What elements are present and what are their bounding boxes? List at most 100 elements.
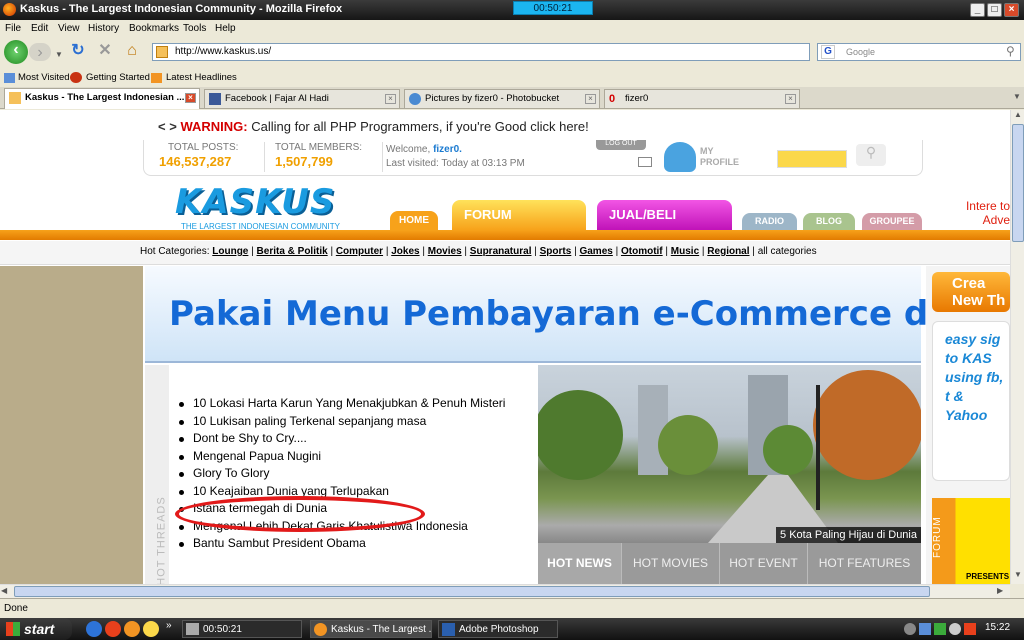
tab-hot-features[interactable]: HOT FEATURES [808,543,921,584]
kaskus-logo[interactable]: KASKUS THE LARGEST INDONESIAN COMMUNITY [175,182,340,231]
home-icon[interactable]: ⌂ [122,41,142,61]
bookmark-getting-started[interactable]: Getting Started [86,72,150,83]
thread-link[interactable]: Dont be Shy to Cry.... [179,430,519,448]
thread-link[interactable]: Mengenal Papua Nugini [179,448,519,466]
tray-icon[interactable] [919,623,931,635]
minimize-button[interactable]: _ [970,3,985,17]
close-tab-icon[interactable]: × [385,94,396,104]
scroll-up-icon[interactable]: ▲ [1012,110,1024,124]
tab-kaskus[interactable]: Kaskus - The Largest Indonesian ... × [4,88,200,109]
menu-edit[interactable]: Edit [31,23,48,34]
bookmark-most-visited[interactable]: Most Visited [18,72,70,83]
tray-icon[interactable] [934,623,946,635]
google-icon[interactable]: G [821,45,835,59]
thread-link[interactable]: Bantu Sambut President Obama [179,535,519,553]
history-dropdown-icon[interactable]: ▼ [55,45,63,65]
menu-view[interactable]: View [58,23,80,34]
start-button[interactable]: start [0,618,72,640]
tab-hot-event[interactable]: HOT EVENT [720,543,808,584]
scroll-down-icon[interactable]: ▼ [1012,570,1024,584]
search-go-icon[interactable]: ⚲ [856,144,886,166]
all-categories-link[interactable]: all categories [758,246,817,257]
firefox-quicklaunch-icon[interactable] [124,621,140,637]
category-jokes[interactable]: Jokes [391,246,419,257]
taskbar-item-photoshop[interactable]: Adobe Photoshop [438,620,558,638]
tab-hot-news[interactable]: HOT NEWS [538,543,622,584]
nav-forum[interactable]: FORUM [452,200,586,230]
username-link[interactable]: fizer0. [433,144,462,155]
menu-help[interactable]: Help [215,23,236,34]
create-thread-button[interactable]: Crea New Th [932,272,1010,312]
search-input[interactable]: Google [846,47,875,57]
category-regional[interactable]: Regional [707,246,749,257]
search-bar[interactable]: G Google ⚲ [817,43,1021,61]
profile-avatar-icon[interactable] [664,142,696,172]
category-otomotif[interactable]: Otomotif [621,246,663,257]
menu-bookmarks[interactable]: Bookmarks [129,23,179,34]
reload-icon[interactable]: ↻ [68,41,88,61]
tab-hot-movies[interactable]: HOT MOVIES [622,543,720,584]
ecommerce-banner[interactable]: Pakai Menu Pembayaran e-Commerce di [145,266,940,363]
thread-link[interactable]: 10 Lukisan paling Terkenal sepanjang mas… [179,413,519,431]
easy-signin-ad[interactable]: easy sig to KAS using fb, t & Yahoo [932,321,1010,481]
category-games[interactable]: Games [579,246,612,257]
messenger-quicklaunch-icon[interactable] [143,621,159,637]
logout-button[interactable]: LOG OUT [596,140,646,150]
menu-tools[interactable]: Tools [183,23,206,34]
category-berita-politik[interactable]: Berita & Politik [257,246,328,257]
close-tab-icon[interactable]: × [585,94,596,104]
thread-link[interactable]: 10 Lokasi Harta Karun Yang Menakjubkan &… [179,395,519,413]
warning-text[interactable]: Calling for all PHP Programmers, if you'… [251,119,588,134]
category-movies[interactable]: Movies [428,246,462,257]
taskbar-item-timer[interactable]: 00:50:21 [182,620,302,638]
tab-list-icon[interactable]: ▼ [1013,92,1021,101]
category-lounge[interactable]: Lounge [212,246,248,257]
stop-icon[interactable]: ✕ [95,41,115,61]
chrome-quicklaunch-icon[interactable] [105,621,121,637]
right-ad-text[interactable]: Intere to Adve [955,199,1010,227]
menu-history[interactable]: History [88,23,119,34]
thread-link[interactable]: Glory To Glory [179,465,519,483]
search-icon[interactable]: ⚲ [1006,44,1015,58]
menu-file[interactable]: File [5,23,21,34]
url-text[interactable]: http://www.kaskus.us/ [175,46,271,57]
scroll-right-icon[interactable]: ▶ [997,586,1003,595]
horizontal-scrollbar[interactable]: ◀ ▶ [0,584,1010,598]
forward-button[interactable]: › [29,43,51,61]
nav-blog[interactable]: BLOG [803,213,855,230]
back-button[interactable]: ‹ [4,40,28,64]
horizontal-scroll-thumb[interactable] [14,586,930,597]
ie-quicklaunch-icon[interactable] [86,621,102,637]
nav-jual-beli[interactable]: JUAL/BELI [597,200,732,230]
my-profile-link[interactable]: MY PROFILE [700,146,750,168]
url-bar[interactable]: http://www.kaskus.us/ ☆ ▼ [152,43,958,61]
nav-groupee[interactable]: GROUPEE [862,213,922,230]
hot-news-photo[interactable]: 5 Kota Paling Hijau di Dunia [538,365,921,543]
nav-home[interactable]: HOME [390,211,438,230]
category-music[interactable]: Music [671,246,699,257]
taskbar-item-kaskus[interactable]: Kaskus - The Largest ... [310,620,432,638]
next-arrow-icon[interactable]: > [169,119,177,134]
close-tab-icon[interactable]: × [185,93,196,103]
mail-icon[interactable] [638,157,652,167]
category-computer[interactable]: Computer [336,246,383,257]
nav-radio[interactable]: RADIO [742,213,797,230]
tray-icon[interactable] [904,623,916,635]
search-field[interactable] [777,150,847,168]
tray-icon[interactable] [964,623,976,635]
close-button[interactable]: × [1004,3,1019,17]
quicklaunch-more-icon[interactable]: » [166,620,172,631]
vertical-scrollbar[interactable]: ▲ ▼ [1010,110,1024,584]
warning-banner[interactable]: < > WARNING: Calling for all PHP Program… [158,119,589,134]
vertical-scroll-thumb[interactable] [1012,124,1024,242]
tab-facebook[interactable]: Facebook | Fajar Al Hadi × [204,89,400,108]
tab-photobucket[interactable]: Pictures by fizer0 - Photobucket × [404,89,600,108]
scroll-left-icon[interactable]: ◀ [1,586,7,595]
tab-fizer0[interactable]: 0 fizer0 × [604,89,800,108]
close-tab-icon[interactable]: × [785,94,796,104]
forum-ad[interactable]: FORUM PRESENTS [932,498,1010,584]
prev-arrow-icon[interactable]: < [158,119,166,134]
bookmark-latest-headlines[interactable]: Latest Headlines [166,72,237,83]
maximize-button[interactable]: □ [987,3,1002,17]
tray-icon[interactable] [949,623,961,635]
